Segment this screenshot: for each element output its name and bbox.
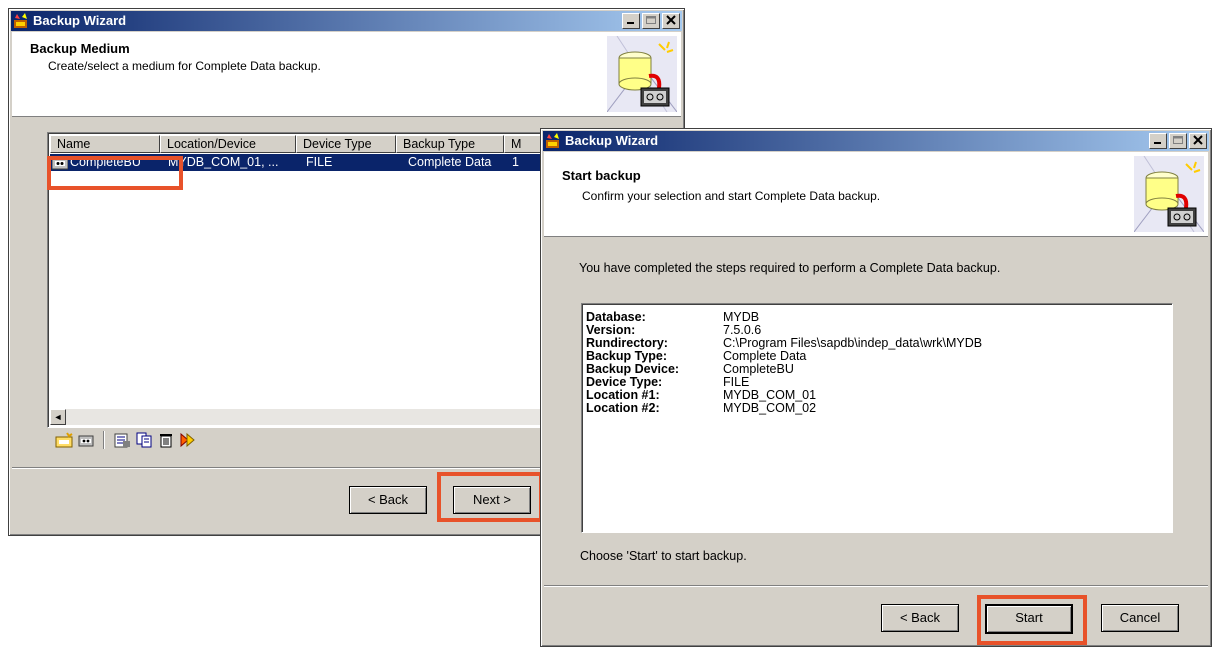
next-button[interactable]: Next > — [453, 486, 531, 514]
footer-divider — [544, 585, 1208, 587]
summary-box: Database: MYDB Version: 7.5.0.6 Rundirec… — [581, 303, 1173, 533]
list-item-completebu[interactable]: CompleteBU MYDB_COM_01, ... FILE Complet… — [50, 154, 610, 171]
maximize-button[interactable] — [642, 13, 660, 29]
scroll-left-arrow[interactable]: ◄ — [50, 409, 66, 425]
close-button[interactable] — [662, 13, 680, 29]
minimize-button[interactable] — [622, 13, 640, 29]
maximize-button[interactable] — [1169, 133, 1187, 149]
close-icon — [1193, 135, 1203, 145]
back-button[interactable]: < Back — [881, 604, 959, 632]
column-header-device-type[interactable]: Device Type — [296, 135, 396, 153]
maximize-icon — [1173, 136, 1183, 144]
medium-toolbar — [55, 431, 197, 449]
column-header-location[interactable]: Location/Device — [160, 135, 296, 153]
summary-value: MYDB_COM_02 — [723, 401, 817, 415]
tape-medium-icon — [52, 157, 68, 170]
minimize-button[interactable] — [1149, 133, 1167, 149]
cell-name: CompleteBU — [70, 155, 141, 169]
window-title: Backup Wizard — [565, 133, 659, 148]
page-title: Backup Medium — [30, 41, 130, 56]
titlebar[interactable]: Backup Wizard — [11, 11, 682, 31]
properties-icon[interactable] — [113, 432, 131, 448]
horizontal-scrollbar[interactable]: ◄ — [50, 409, 610, 425]
database-tape-icon — [1134, 156, 1204, 232]
backup-wizard-window-start: Backup Wizard Start backup Confirm your … — [540, 128, 1212, 647]
wizard-app-icon — [14, 13, 27, 28]
minimize-icon — [1154, 142, 1161, 144]
page-subtitle: Create/select a medium for Complete Data… — [48, 59, 321, 73]
footer-hint: Choose 'Start' to start backup. — [580, 549, 747, 563]
close-button[interactable] — [1189, 133, 1207, 149]
start-button[interactable]: Start — [985, 604, 1073, 634]
cell-backup-type: Complete Data — [408, 155, 492, 169]
cell-location: MYDB_COM_01, ... — [168, 155, 279, 169]
database-tape-icon — [607, 36, 677, 112]
cancel-button[interactable]: Cancel — [1101, 604, 1179, 632]
cell-device-type: FILE — [306, 155, 333, 169]
cell-m: 1 — [512, 155, 519, 169]
summary-key: Location #2: — [586, 401, 660, 415]
page-title: Start backup — [562, 168, 641, 183]
maximize-icon — [646, 16, 656, 24]
page-subtitle: Confirm your selection and start Complet… — [582, 189, 881, 203]
column-header-backup-type[interactable]: Backup Type — [396, 135, 504, 153]
column-header-name[interactable]: Name — [50, 135, 160, 153]
copy-icon[interactable] — [135, 432, 153, 448]
delete-icon[interactable] — [157, 432, 175, 448]
list-header: Name Location/Device Device Type Backup … — [50, 135, 552, 153]
titlebar[interactable]: Backup Wizard — [543, 131, 1209, 151]
run-icon[interactable] — [179, 432, 197, 448]
wizard-header: Backup Medium Create/select a medium for… — [12, 32, 681, 117]
wizard-header: Start backup Confirm your selection and … — [544, 152, 1208, 237]
new-tape-icon[interactable] — [77, 432, 95, 448]
wizard-app-icon — [546, 133, 559, 148]
window-title: Backup Wizard — [33, 13, 127, 28]
intro-text: You have completed the steps required to… — [579, 261, 1001, 275]
toolbar-separator — [103, 431, 105, 449]
new-medium-icon[interactable] — [55, 432, 73, 448]
minimize-icon — [627, 22, 634, 24]
back-button[interactable]: < Back — [349, 486, 427, 514]
close-icon — [666, 15, 676, 25]
